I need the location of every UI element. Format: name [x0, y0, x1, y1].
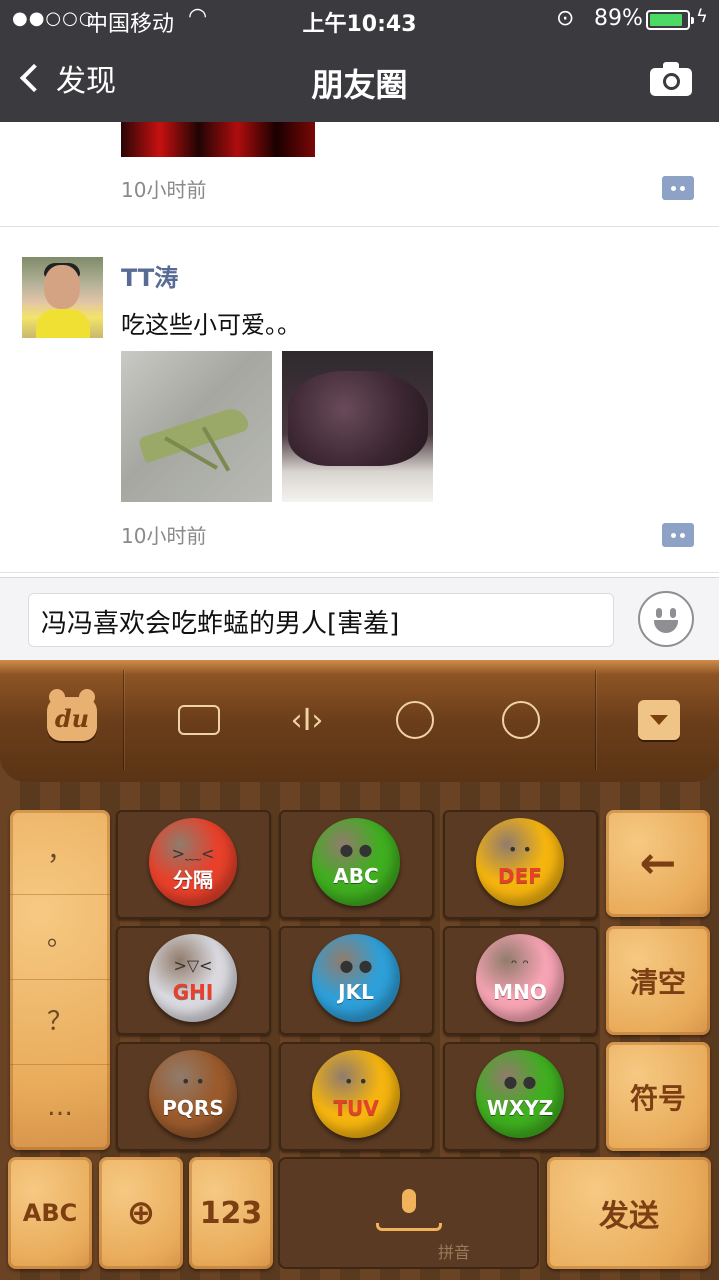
avatar[interactable]: [22, 257, 103, 338]
search-icon: [502, 701, 540, 739]
emoji-button[interactable]: [638, 591, 694, 647]
ball: • • PQRS: [149, 1050, 237, 1138]
punct-question-key[interactable]: ？: [10, 980, 110, 1065]
abc-switch-key[interactable]: ABC: [8, 1157, 92, 1269]
space-key[interactable]: 拼音: [278, 1157, 539, 1269]
battery-icon: [646, 10, 694, 30]
comment-menu-button[interactable]: [662, 176, 694, 200]
ball: ● ● WXYZ: [476, 1050, 564, 1138]
punct-ellipsis-key[interactable]: …: [10, 1065, 110, 1150]
post-divider: [0, 226, 719, 227]
emoticon-icon: [396, 701, 434, 739]
post-timestamp: 10小时前: [121, 178, 207, 202]
post-photo-fried-insects[interactable]: [282, 351, 433, 502]
punct-comma-key[interactable]: ，: [10, 810, 110, 895]
globe-icon: ⊕: [126, 1193, 156, 1233]
post-divider: [0, 572, 719, 573]
back-label: 发现: [56, 64, 116, 99]
symbols-key[interactable]: 符号: [606, 1042, 710, 1151]
comment-menu-button[interactable]: [662, 523, 694, 547]
cursor-button[interactable]: ‹I›: [284, 688, 330, 752]
key-tuv[interactable]: • • TUV: [279, 1042, 434, 1151]
moments-feed[interactable]: 10小时前 TT涛 吃这些小可爱。。 10小时前: [0, 122, 719, 577]
language-key[interactable]: ⊕: [99, 1157, 183, 1269]
status-bar: ●●○○○ 中国移动 ◠ 上午10:43 ⊙ 89% ϟ: [0, 0, 719, 40]
collapse-keyboard-button[interactable]: [638, 700, 680, 740]
comment-input[interactable]: 冯冯喜欢会吃蚱蜢的男人[害羞]: [28, 593, 614, 647]
cursor-icon: ‹I›: [290, 702, 324, 738]
key-ghi[interactable]: >▽< GHI: [116, 926, 271, 1035]
smiley-icon: [656, 608, 662, 618]
keyboard-icon: [178, 705, 220, 735]
back-button[interactable]: 发现: [16, 56, 116, 100]
battery-fill: [650, 14, 683, 26]
ball: >▽< GHI: [149, 934, 237, 1022]
charging-icon: ϟ: [696, 6, 708, 27]
microphone-icon: [402, 1189, 416, 1213]
search-button[interactable]: [498, 688, 544, 752]
keyboard-switch-button[interactable]: [176, 688, 222, 752]
send-key[interactable]: 发送: [547, 1157, 711, 1269]
keyboard-logo-button[interactable]: du: [47, 689, 97, 741]
punctuation-column: ， 。 ？ …: [10, 810, 110, 1150]
keyboard-toolbar: du ‹I›: [0, 660, 719, 782]
number-switch-key[interactable]: 123: [189, 1157, 273, 1269]
ball: ᵔ ᵔ MNO: [476, 934, 564, 1022]
key-separator[interactable]: >﹏< 分隔: [116, 810, 271, 919]
emoticon-button[interactable]: [392, 688, 438, 752]
key-wxyz[interactable]: ● ● WXYZ: [443, 1042, 598, 1151]
post-image[interactable]: [121, 122, 315, 157]
ball: • • TUV: [312, 1050, 400, 1138]
ball: ● ● ABC: [312, 818, 400, 906]
key-mno[interactable]: ᵔ ᵔ MNO: [443, 926, 598, 1035]
key-jkl[interactable]: ● ● JKL: [279, 926, 434, 1035]
rotation-lock-icon: ⊙: [556, 6, 575, 31]
key-pqrs[interactable]: • • PQRS: [116, 1042, 271, 1151]
top-bar: ●●○○○ 中国移动 ◠ 上午10:43 ⊙ 89% ϟ 发现 朋友圈: [0, 0, 719, 122]
punct-period-key[interactable]: 。: [10, 895, 110, 980]
camera-button[interactable]: [650, 62, 692, 96]
post-author[interactable]: TT涛: [121, 258, 178, 293]
space-hint: 拼音: [438, 1243, 471, 1262]
battery-percent: 89%: [594, 6, 643, 31]
comment-bar: 冯冯喜欢会吃蚱蜢的男人[害羞]: [0, 577, 719, 660]
ball: • • DEF: [476, 818, 564, 906]
key-abc[interactable]: ● ● ABC: [279, 810, 434, 919]
ball: ● ● JKL: [312, 934, 400, 1022]
clear-key[interactable]: 清空: [606, 926, 710, 1035]
post-text: 吃这些小可爱。。: [121, 311, 301, 339]
post-timestamp: 10小时前: [121, 524, 207, 548]
backspace-key[interactable]: ←: [606, 810, 710, 917]
backspace-arrow-icon: ←: [639, 838, 677, 889]
key-def[interactable]: • • DEF: [443, 810, 598, 919]
post-photo-grasshopper[interactable]: [121, 351, 272, 502]
ball: >﹏< 分隔: [149, 818, 237, 906]
chevron-left-icon: [19, 63, 49, 93]
